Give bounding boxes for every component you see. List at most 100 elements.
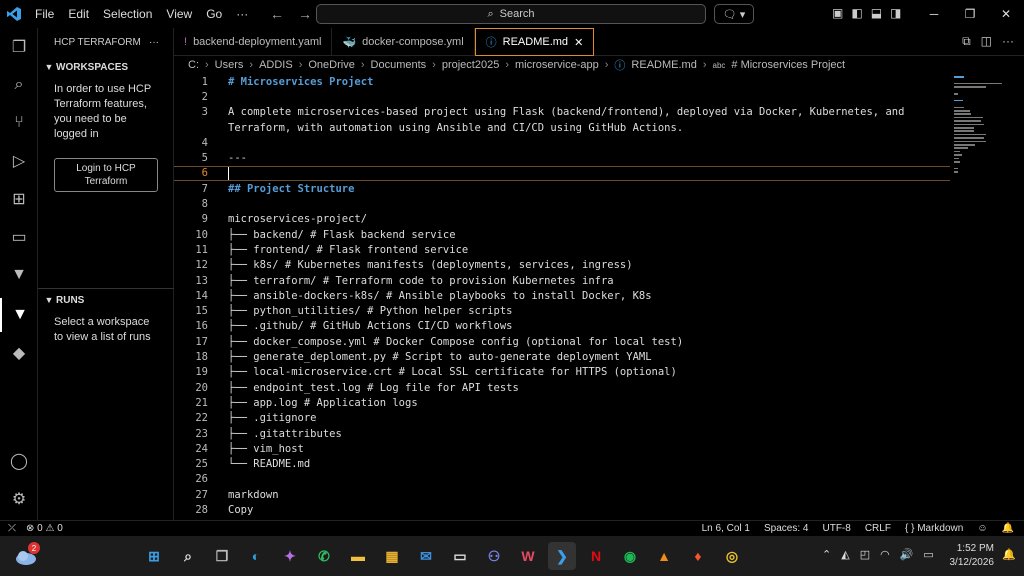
restore-icon[interactable]: ❐ [952,0,988,28]
code-editor[interactable]: 1 # Microservices Project 2 3 A complete mic… [174,74,950,520]
menu-selection[interactable]: Selection [96,7,159,21]
layout-customize-icon[interactable]: ▣ [832,6,843,20]
minimize-icon[interactable]: ─ [916,0,952,28]
code-line[interactable]: 6 [174,165,950,182]
tab-docker-compose[interactable]: 🐳 docker-compose.yml [332,28,475,56]
edge-icon[interactable]: ◐ [242,542,270,570]
toggle-panel-icon[interactable]: ⬓ [871,6,882,20]
indentation[interactable]: Spaces: 4 [764,523,808,534]
menu-view[interactable]: View [159,7,199,21]
code-line[interactable]: 28 Copy [174,502,950,517]
code-line[interactable]: 15 ├── python_utilities/ # Python helper … [174,304,950,319]
code-line[interactable]: 14 ├── ansible-dockers-k8s/ # Ansible pla… [174,288,950,303]
breadcrumb-item[interactable]: C: [188,59,199,71]
code-line[interactable]: 22 ├── .gitignore [174,411,950,426]
terminal-icon[interactable]: ▭ [446,542,474,570]
code-line[interactable]: 24 ├── vim_host [174,441,950,456]
brave-icon[interactable]: ♦ [684,542,712,570]
more-actions-icon[interactable]: ··· [1002,34,1014,49]
battery-icon[interactable]: ▭ [923,548,933,561]
split-editor-icon[interactable]: ◫ [981,34,992,49]
cursor-position[interactable]: Ln 6, Col 1 [702,523,750,534]
breadcrumb-item[interactable]: README.md [631,59,696,71]
netflix-icon[interactable]: N [582,542,610,570]
remote-explorer-icon[interactable]: ▭ [0,220,38,254]
clock[interactable]: 1:52 PM 3/12/2026 [950,542,995,570]
notification-bell-icon[interactable]: 🔔 [1002,548,1016,561]
code-line[interactable]: 9 microservices-project/ [174,212,950,227]
code-line[interactable]: 7 ## Project Structure [174,181,950,196]
account-icon[interactable]: ◯ [0,444,38,478]
copilot-button[interactable]: 🗨 ▾ [714,4,754,24]
chevron-up-icon[interactable]: ⌃ [822,548,831,561]
breadcrumb-item[interactable]: microservice-app [515,59,599,71]
forward-arrow-icon[interactable]: → [298,6,312,22]
outlook-icon[interactable]: ✉ [412,542,440,570]
tab-backend-deployment[interactable]: ! backend-deployment.yaml [174,28,333,56]
tab-readme[interactable]: ⓘ README.md ✕ [474,28,595,56]
code-line[interactable]: 4 [174,135,950,150]
python-icon[interactable]: ◆ [0,336,38,370]
vscode-icon[interactable]: ❯ [548,542,576,570]
code-line[interactable]: 10 ├── backend/ # Flask backend service [174,227,950,242]
run-debug-icon[interactable]: ▷ [0,144,38,178]
code-line[interactable]: 21 ├── app.log # Application logs [174,395,950,410]
breadcrumb-item[interactable]: # Microservices Project [731,59,845,71]
code-line[interactable]: 5 --- [174,151,950,166]
start-icon[interactable]: ⊞ [140,542,168,570]
code-line[interactable]: 8 [174,196,950,211]
line-ending[interactable]: CRLF [865,523,891,534]
task-view-icon[interactable]: ❐ [208,542,236,570]
open-preview-icon[interactable]: ⧉ [962,34,971,49]
terraform-icon[interactable]: ▼ [0,258,38,292]
login-button[interactable]: Login to HCP Terraform [54,158,158,192]
toggle-sidebar-icon[interactable]: ◧ [851,6,862,20]
teams-icon[interactable]: ⚇ [480,542,508,570]
code-line[interactable]: 20 ├── endpoint_test.log # Log file for A… [174,380,950,395]
command-center-search[interactable]: ⌕ Search [316,4,706,24]
code-line[interactable]: 23 ├── .gitattributes [174,426,950,441]
language-mode[interactable]: { } Markdown [905,523,963,534]
code-line[interactable]: 1 # Microservices Project [174,74,950,89]
code-line[interactable]: 13 ├── terraform/ # Terraform code to pro… [174,273,950,288]
breadcrumb-item[interactable]: OneDrive [308,59,354,71]
workspaces-section-header[interactable]: ▼ WORKSPACES [38,56,173,78]
explorer-icon[interactable]: ❐ [0,30,38,64]
hcp-terraform-icon[interactable]: ▼ [0,298,38,332]
search-icon[interactable]: ⌕ [174,542,202,570]
code-line[interactable]: 27 markdown [174,487,950,502]
weather-widget[interactable]: 2 [14,542,40,568]
menu-edit[interactable]: Edit [61,7,96,21]
tray-app-icon[interactable]: ◭ [841,548,849,561]
breadcrumb-item[interactable]: Documents [371,59,427,71]
code-line[interactable]: 2 [174,89,950,104]
chrome-icon[interactable]: ◎ [718,542,746,570]
breadcrumb-item[interactable]: ADDIS [259,59,293,71]
back-arrow-icon[interactable]: ← [270,6,284,22]
volume-icon[interactable]: 🔊 [900,548,914,561]
code-line[interactable]: 12 ├── k8s/ # Kubernetes manifests (deplo… [174,258,950,273]
code-line[interactable]: 16 ├── .github/ # GitHub Actions CI/CD wo… [174,319,950,334]
settings-gear-icon[interactable]: ⚙ [0,482,38,516]
extensions-icon[interactable]: ⊞ [0,182,38,216]
close-icon[interactable]: ✕ [988,0,1024,28]
code-line[interactable]: 11 ├── frontend/ # Flask frontend service [174,242,950,257]
store-icon[interactable]: ▦ [378,542,406,570]
runs-section-header[interactable]: ▼ RUNS [38,289,174,311]
code-line[interactable]: 26 [174,472,950,487]
copilot-status-icon[interactable]: ☺ [977,523,987,534]
code-line[interactable]: 17 ├── docker_compose.yml # Docker Compos… [174,334,950,349]
whatsapp-icon[interactable]: ✆ [310,542,338,570]
vlc-icon[interactable]: ▲ [650,542,678,570]
tray-app2-icon[interactable]: ◰ [860,548,870,561]
file-explorer-icon[interactable]: ▬ [344,542,372,570]
sidebar-more-button[interactable]: ··· [149,37,159,48]
code-line[interactable]: 25 └── README.md [174,457,950,472]
code-line[interactable]: 18 ├── generate_deploment.py # Script to … [174,349,950,364]
code-line[interactable]: Terraform, with automation using Ansible… [174,120,950,135]
problems-indicator[interactable]: ⊗ 0 ⚠ 0 [26,523,63,534]
minimap[interactable] [950,74,1010,194]
search-view-icon[interactable]: ⌕ [0,68,38,102]
source-control-icon[interactable]: ⑂ [0,106,38,140]
menu-more[interactable]: ··· [229,7,255,21]
